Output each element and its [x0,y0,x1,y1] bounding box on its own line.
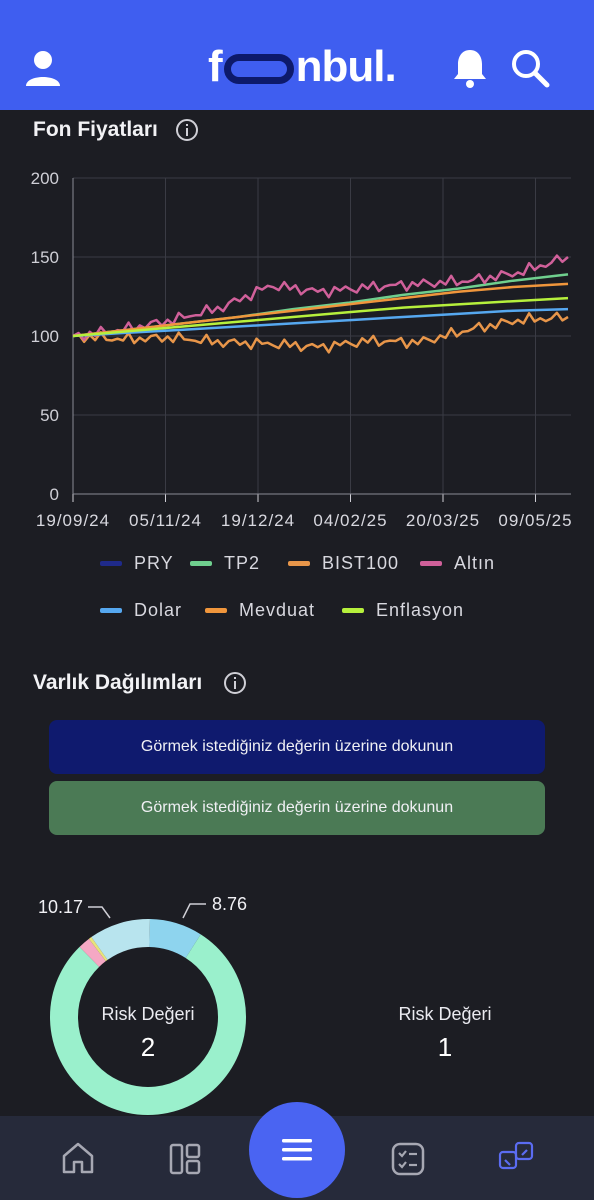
checklist-icon[interactable] [390,1141,426,1177]
risk-title-left: Risk Değeri [101,1004,195,1024]
risk-value-right: 1 [437,1032,453,1062]
menu-icon [282,1139,312,1161]
risk-value-left: 2 [140,1032,156,1062]
compare-icon[interactable] [497,1140,535,1178]
risk-title-right: Risk Değeri [398,1004,492,1024]
dashboard-icon[interactable] [168,1142,202,1176]
menu-fab-button[interactable] [249,1102,345,1198]
home-icon[interactable] [60,1140,96,1176]
